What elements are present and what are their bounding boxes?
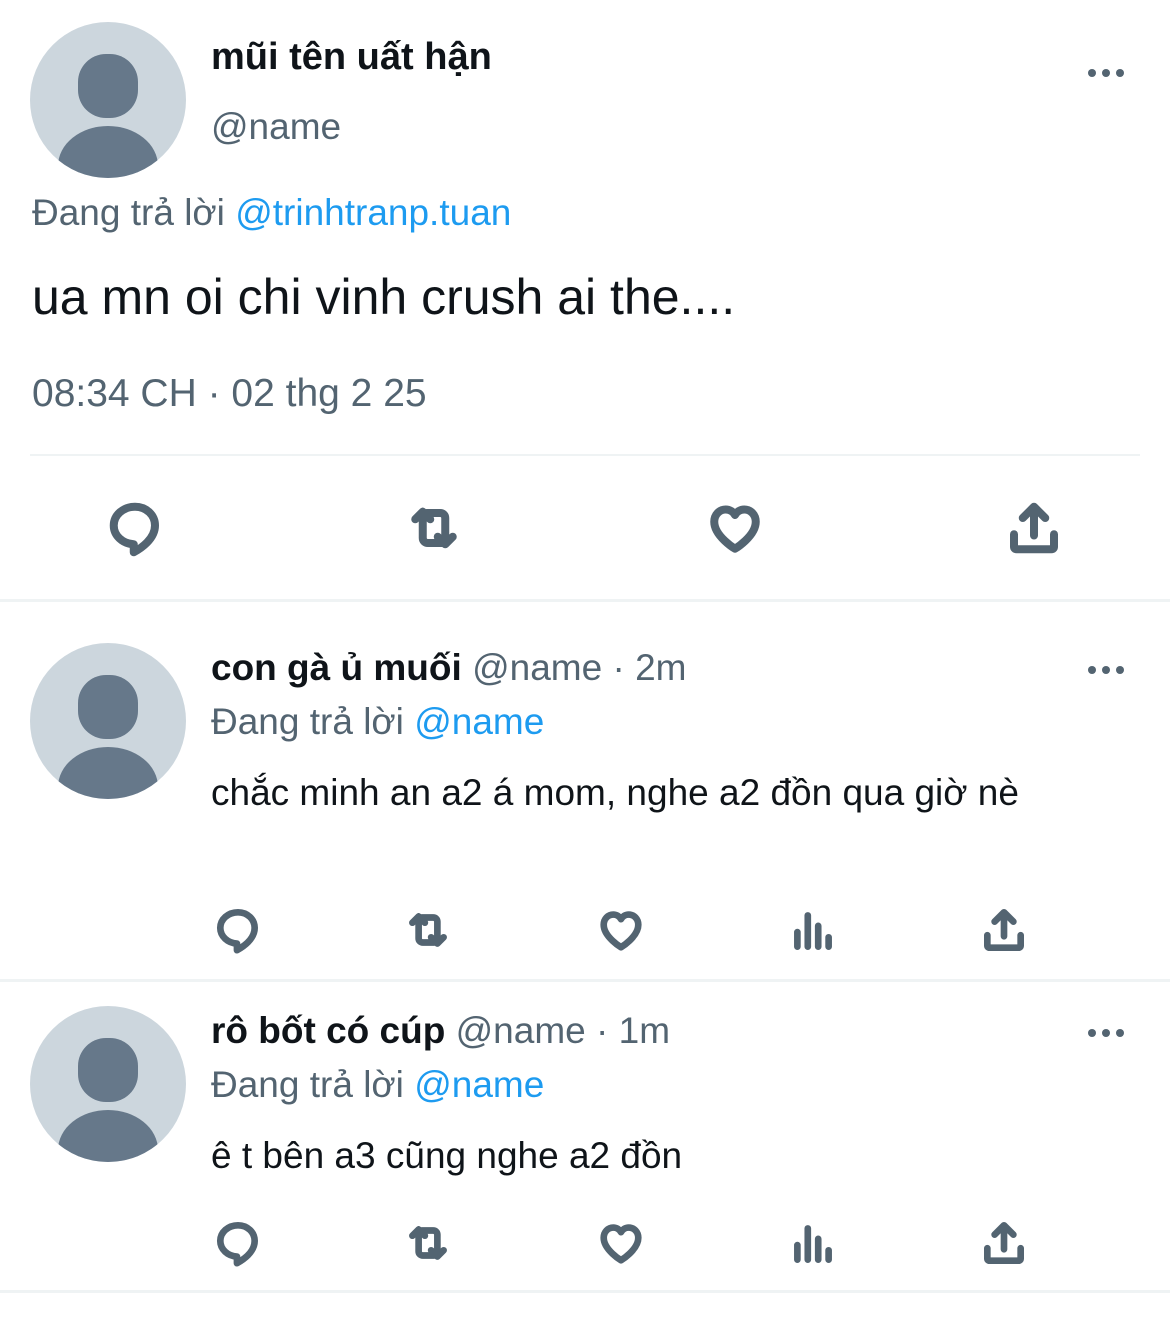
tweet-timestamp[interactable]: 08:34 CH · 02 thg 2 25 [32, 372, 427, 416]
avatar[interactable] [30, 643, 186, 799]
tweet-thread: mũi tên uất hận @name Đang trả lời @trin… [0, 0, 1170, 1325]
author-handle[interactable]: @name [456, 1010, 586, 1051]
tweet-time[interactable]: 2m [635, 647, 686, 688]
divider [0, 979, 1170, 982]
main-tweet[interactable]: mũi tên uất hận @name Đang trả lời @trin… [0, 0, 1170, 600]
author-handle[interactable]: @name [211, 106, 341, 148]
avatar-body-shape [58, 747, 158, 799]
divider [0, 1290, 1170, 1293]
replying-to-label: Đang trả lời [211, 701, 404, 742]
avatar-body-shape [58, 126, 158, 178]
tweet-text: ua mn oi chi vinh crush ai the.... [32, 269, 736, 325]
share-icon[interactable] [1004, 498, 1064, 558]
tweet-text: chắc minh an a2 á mom, nghe a2 đồn qua g… [211, 772, 1019, 813]
reply-tweet[interactable]: rô bốt có cúp @name · 1m Đang trả lời @n… [0, 1006, 1170, 1286]
share-icon[interactable] [979, 1218, 1029, 1268]
reply-tweet[interactable]: con gà ủ muối @name · 2m Đang trả lời @n… [0, 643, 1170, 973]
like-icon[interactable] [705, 498, 765, 558]
avatar-body-shape [58, 1110, 158, 1162]
retweet-icon[interactable] [403, 905, 453, 955]
replying-to-label: Đang trả lời [32, 192, 225, 233]
replying-to-link[interactable]: @name [414, 701, 544, 742]
replying-to-link[interactable]: @name [414, 1064, 544, 1105]
separator-dot: · [612, 647, 625, 688]
author-display-name[interactable]: mũi tên uất hận [211, 36, 492, 79]
replying-to-label: Đang trả lời [211, 1064, 404, 1105]
share-icon[interactable] [979, 905, 1029, 955]
reply-icon[interactable] [105, 498, 165, 558]
more-options-icon[interactable] [1088, 1028, 1128, 1038]
replying-to-line: Đang trả lời @trinhtranp.tuan [32, 192, 511, 234]
avatar-head-shape [78, 675, 138, 739]
separator-dot: · [596, 1010, 609, 1051]
replying-to-link[interactable]: @trinhtranp.tuan [235, 192, 511, 233]
author-display-name[interactable]: rô bốt có cúp [211, 1010, 445, 1051]
more-options-icon[interactable] [1088, 68, 1128, 78]
tweet-text: ê t bên a3 cũng nghe a2 đồn [211, 1135, 683, 1176]
replying-to-line: Đang trả lời @name [211, 1064, 544, 1106]
avatar-head-shape [78, 1038, 138, 1102]
divider [0, 599, 1170, 602]
avatar[interactable] [30, 22, 186, 178]
reply-icon[interactable] [213, 905, 263, 955]
author-handle[interactable]: @name [472, 647, 602, 688]
views-icon[interactable] [788, 1218, 838, 1268]
replying-to-line: Đang trả lời @name [211, 701, 544, 743]
views-icon[interactable] [788, 905, 838, 955]
avatar-head-shape [78, 54, 138, 118]
reply-icon[interactable] [213, 1218, 263, 1268]
reply-header: con gà ủ muối @name · 2m [211, 647, 686, 689]
tweet-time[interactable]: 1m [619, 1010, 670, 1051]
like-icon[interactable] [596, 905, 646, 955]
reply-header: rô bốt có cúp @name · 1m [211, 1010, 670, 1052]
divider [30, 454, 1140, 456]
retweet-icon[interactable] [404, 498, 464, 558]
avatar[interactable] [30, 1006, 186, 1162]
retweet-icon[interactable] [403, 1218, 453, 1268]
more-options-icon[interactable] [1088, 665, 1128, 675]
like-icon[interactable] [596, 1218, 646, 1268]
author-display-name[interactable]: con gà ủ muối [211, 647, 462, 688]
